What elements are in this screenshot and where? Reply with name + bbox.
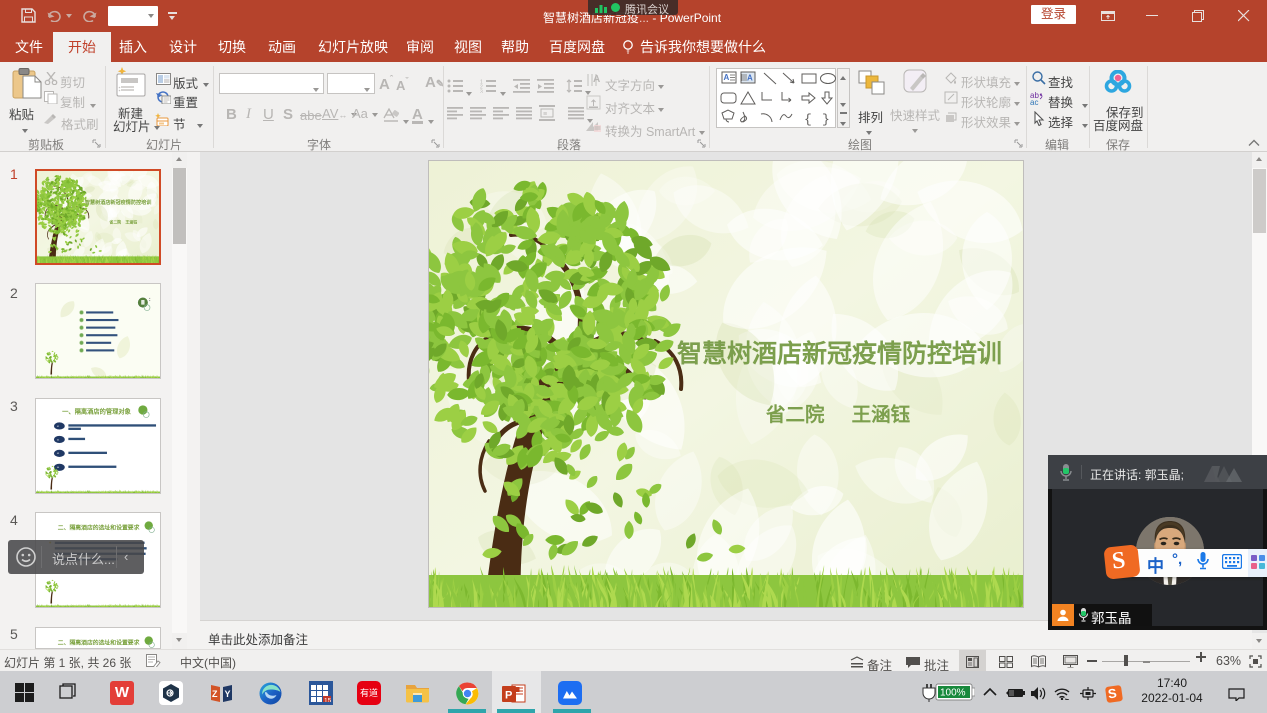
svg-text:ac: ac <box>1030 98 1038 106</box>
svg-text:{: { <box>804 112 812 127</box>
svg-text:省二院 王涵钰: 省二院 王涵钰 <box>108 220 137 225</box>
svg-text:100%: 100% <box>940 688 966 699</box>
svg-text:A: A <box>724 73 730 82</box>
svg-text:P: P <box>505 690 512 702</box>
svg-text:A: A <box>747 74 753 83</box>
svg-text:A: A <box>593 74 600 85</box>
svg-text:Z: Z <box>212 689 218 699</box>
svg-text:15: 15 <box>324 698 331 703</box>
svg-text:}: } <box>822 112 830 127</box>
svg-text:Y: Y <box>225 689 231 699</box>
svg-text:3: 3 <box>480 90 483 94</box>
svg-text:≡: ≡ <box>543 111 547 118</box>
